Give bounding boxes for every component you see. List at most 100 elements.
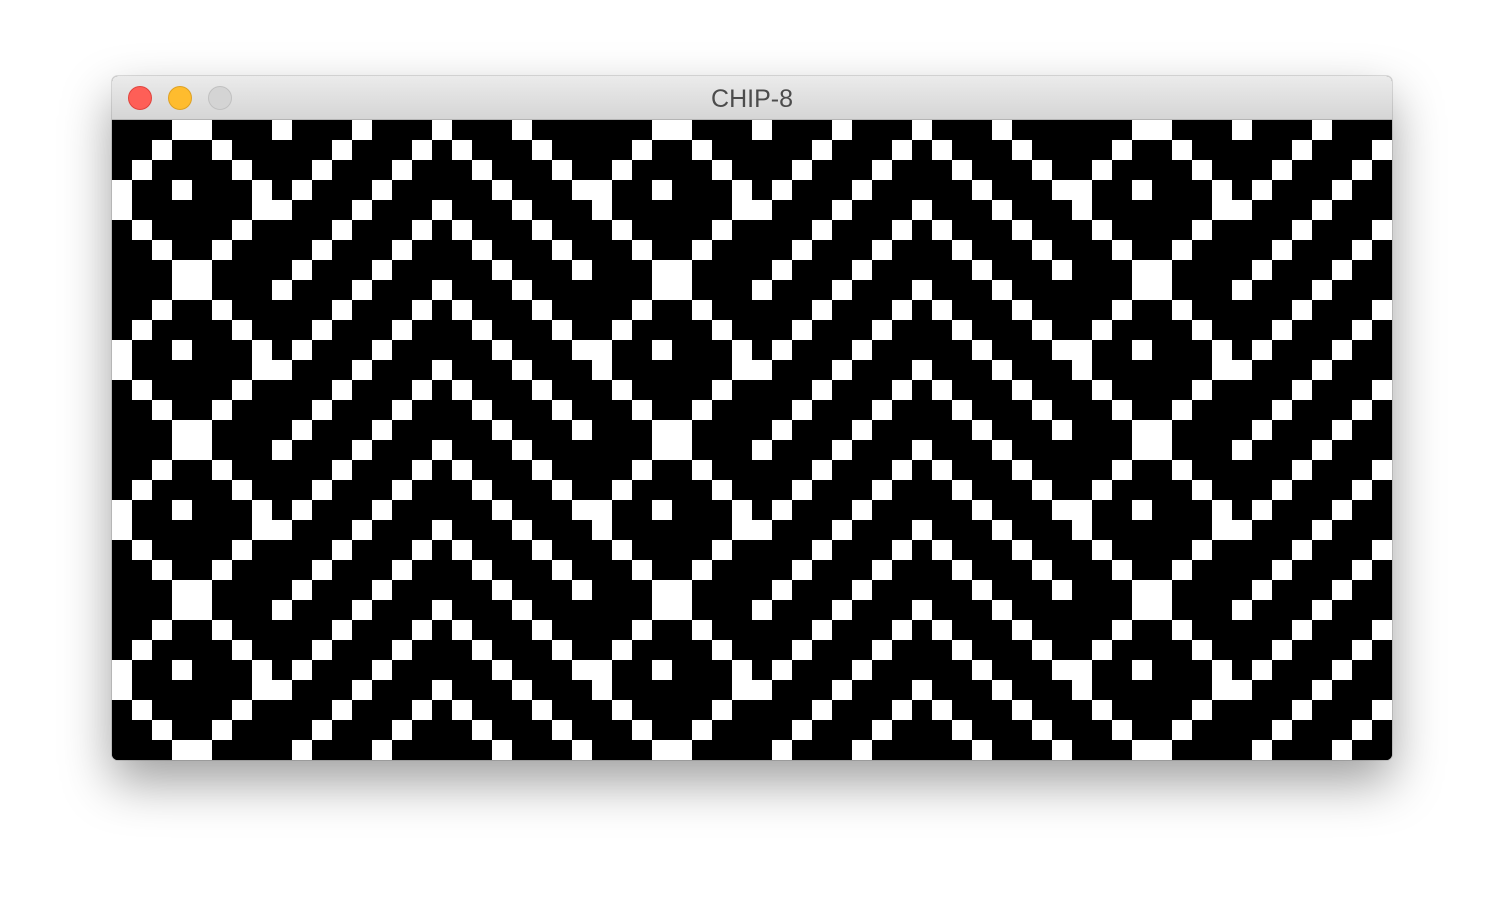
lit-pixel (792, 160, 812, 180)
lit-pixel (392, 560, 412, 580)
lit-pixel (412, 220, 432, 240)
lit-pixel (332, 220, 352, 240)
lit-pixel (1352, 400, 1372, 420)
lit-pixel (132, 540, 152, 560)
lit-pixel (232, 380, 252, 400)
lit-pixel (1332, 340, 1352, 360)
lit-pixel (1352, 160, 1372, 180)
lit-pixel (972, 500, 992, 520)
lit-pixel (212, 140, 232, 160)
lit-pixel (272, 600, 292, 620)
lit-pixel (992, 120, 1012, 140)
lit-pixel (1292, 220, 1312, 240)
lit-pixel (912, 280, 932, 300)
lit-pixel (292, 420, 312, 440)
lit-pixel (452, 700, 472, 720)
lit-pixel (112, 660, 132, 680)
lit-pixel (1192, 700, 1212, 720)
lit-pixel (592, 340, 612, 360)
lit-pixel (432, 680, 452, 700)
lit-pixel (512, 520, 532, 540)
lit-pixel (1212, 660, 1232, 680)
emulator-display[interactable] (112, 120, 1392, 760)
lit-pixel (472, 400, 492, 420)
lit-pixel (1292, 140, 1312, 160)
lit-pixel (992, 680, 1012, 700)
lit-pixel (572, 500, 592, 520)
lit-pixel (792, 720, 812, 740)
lit-pixel (1252, 260, 1272, 280)
lit-pixel (232, 320, 252, 340)
lit-pixel (432, 520, 452, 540)
lit-pixel (252, 500, 272, 520)
lit-pixel (612, 540, 632, 560)
lit-pixel (372, 340, 392, 360)
lit-pixel (452, 140, 472, 160)
lit-pixel (732, 520, 752, 540)
lit-pixel (1312, 280, 1332, 300)
lit-pixel (1112, 300, 1132, 320)
lit-pixel (892, 220, 912, 240)
lit-pixel (972, 660, 992, 680)
lit-pixel (452, 220, 472, 240)
lit-pixel (1272, 720, 1292, 740)
lit-pixel (1052, 500, 1072, 520)
lit-pixel (532, 220, 552, 240)
lit-pixel (1232, 520, 1252, 540)
lit-pixel (812, 540, 832, 560)
lit-pixel (1152, 120, 1172, 140)
lit-pixel (912, 680, 932, 700)
lit-pixel (552, 720, 572, 740)
lit-pixel (512, 600, 532, 620)
lit-pixel (392, 160, 412, 180)
lit-pixel (672, 260, 692, 280)
lit-pixel (432, 360, 452, 380)
lit-pixel (132, 320, 152, 340)
lit-pixel (1372, 700, 1392, 720)
lit-pixel (1032, 160, 1052, 180)
lit-pixel (1112, 720, 1132, 740)
lit-pixel (1272, 240, 1292, 260)
lit-pixel (432, 120, 452, 140)
lit-pixel (172, 340, 192, 360)
lit-pixel (1012, 220, 1032, 240)
title-bar[interactable]: CHIP-8 (112, 76, 1392, 120)
lit-pixel (1092, 220, 1112, 240)
window-title: CHIP-8 (711, 85, 793, 113)
lit-pixel (892, 540, 912, 560)
lit-pixel (1092, 320, 1112, 340)
lit-pixel (1112, 460, 1132, 480)
lit-pixel (1332, 260, 1352, 280)
lit-pixel (672, 280, 692, 300)
lit-pixel (952, 640, 972, 660)
lit-pixel (1372, 620, 1392, 640)
lit-pixel (352, 120, 372, 140)
lit-pixel (592, 500, 612, 520)
lit-pixel (432, 280, 452, 300)
lit-pixel (1252, 740, 1272, 760)
lit-pixel (1292, 620, 1312, 640)
lit-pixel (1072, 500, 1092, 520)
lit-pixel (312, 480, 332, 500)
lit-pixel (1152, 580, 1172, 600)
lit-pixel (372, 740, 392, 760)
lit-pixel (1032, 560, 1052, 580)
lit-pixel (852, 660, 872, 680)
lit-pixel (1052, 660, 1072, 680)
lit-pixel (112, 180, 132, 200)
lit-pixel (172, 120, 192, 140)
lit-pixel (1132, 660, 1152, 680)
lit-pixel (672, 120, 692, 140)
lit-pixel (1332, 420, 1352, 440)
lit-pixel (352, 280, 372, 300)
lit-pixel (1012, 620, 1032, 640)
lit-pixel (192, 440, 212, 460)
lit-pixel (212, 400, 232, 420)
lit-pixel (312, 640, 332, 660)
lit-pixel (652, 580, 672, 600)
lit-pixel (852, 500, 872, 520)
lit-pixel (332, 700, 352, 720)
lit-pixel (472, 160, 492, 180)
lit-pixel (152, 460, 172, 480)
lit-pixel (732, 660, 752, 680)
